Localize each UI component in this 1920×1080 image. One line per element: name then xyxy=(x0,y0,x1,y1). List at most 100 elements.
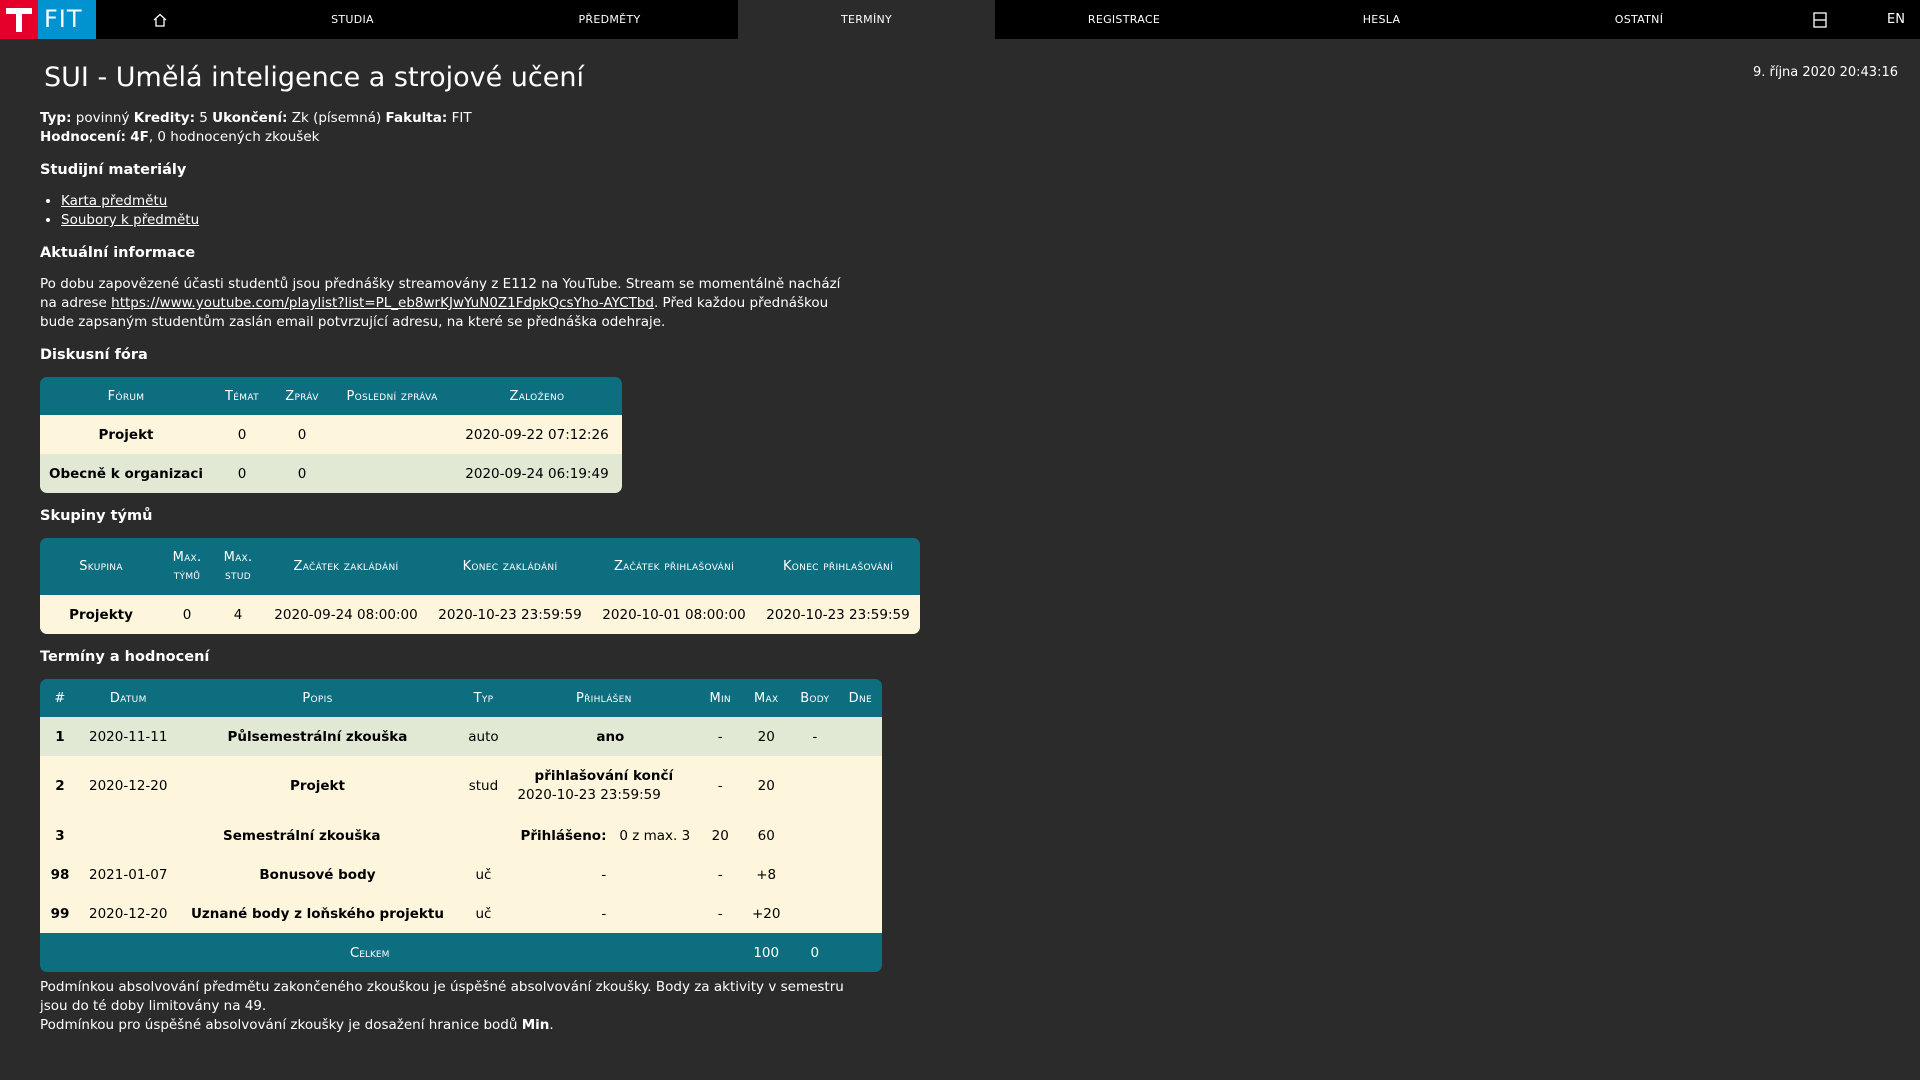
table-row[interactable]: Obecně k organizaci 0 0 2020-09-24 06:19… xyxy=(40,454,622,493)
forums-col-last[interactable]: Poslední zpráva xyxy=(331,377,452,415)
evaluation-info-line: Hodnocení: 4F, 0 hodnocených zkoušek xyxy=(40,128,940,147)
teams-col-end-signup[interactable]: Konec přihlašování xyxy=(756,538,920,595)
team-max-teams: 0 xyxy=(162,595,212,634)
terms-col-min[interactable]: Min xyxy=(699,679,742,717)
nav-predmety[interactable]: Předměty xyxy=(481,0,738,39)
nav-studia[interactable]: Studia xyxy=(224,0,481,39)
terms-col-desc[interactable]: Popis xyxy=(176,679,459,717)
fakulta-value: FIT xyxy=(451,110,472,126)
table-row[interactable]: 98 2021-01-07 Bonusové body uč - - +8 xyxy=(40,855,883,894)
footnote-line2-end: . xyxy=(549,1017,554,1033)
nav-registrace[interactable]: Registrace xyxy=(995,0,1253,39)
term-points xyxy=(791,756,839,816)
forums-col-temat[interactable]: Témat xyxy=(211,377,272,415)
table-row[interactable]: Projekty 0 4 2020-09-24 08:00:00 2020-10… xyxy=(40,595,920,634)
nav-hesla[interactable]: Hesla xyxy=(1253,0,1510,39)
forum-last xyxy=(331,454,452,493)
teams-table: Skupina Max. týmů Max. stud Začátek zakl… xyxy=(40,538,920,634)
term-description[interactable]: Uznané body z loňského projektu xyxy=(176,894,459,933)
term-description[interactable]: Semestrální zkouška xyxy=(80,816,509,855)
forums-col-forum[interactable]: Fórum xyxy=(40,377,212,415)
teams-col-max-teams[interactable]: Max. týmů xyxy=(162,538,212,595)
term-signup-ends-label: přihlašování končí xyxy=(534,768,674,784)
team-group-name[interactable]: Projekty xyxy=(40,595,162,634)
footnote-line1: Podmínkou absolvování předmětu zakončené… xyxy=(40,979,844,1014)
terms-col-points[interactable]: Body xyxy=(791,679,839,717)
page-title: SUI - Umělá inteligence a strojové učení xyxy=(44,62,584,93)
term-number: 99 xyxy=(40,894,80,933)
forum-messages: 0 xyxy=(271,454,332,493)
table-row[interactable]: 3 Semestrální zkouška Přihlášeno: 0 z ma… xyxy=(40,816,883,855)
terms-col-type[interactable]: Typ xyxy=(458,679,509,717)
term-max: +8 xyxy=(741,855,792,894)
teams-col-end-create[interactable]: Konec zakládání xyxy=(428,538,592,595)
term-min: - xyxy=(699,717,742,756)
terms-total-label: Celkem xyxy=(40,933,700,972)
term-points xyxy=(791,816,839,855)
teams-col-start-create[interactable]: Začátek zakládání xyxy=(264,538,428,595)
forums-col-zprav[interactable]: Zpráv xyxy=(271,377,332,415)
table-row[interactable]: 2 2020-12-20 Projekt stud přihlašování k… xyxy=(40,756,883,816)
teams-col-group[interactable]: Skupina xyxy=(40,538,162,595)
materials-item: Karta předmětu xyxy=(61,192,940,211)
term-date: 2020-11-11 xyxy=(80,717,177,756)
term-number: 1 xyxy=(40,717,80,756)
forum-last xyxy=(331,415,452,454)
table-row[interactable]: 1 2020-11-11 Půlsemestrální zkouška auto… xyxy=(40,717,883,756)
layout-toggle-button[interactable] xyxy=(1768,0,1872,39)
term-description[interactable]: Bonusové body xyxy=(176,855,459,894)
term-description[interactable]: Projekt xyxy=(176,756,459,816)
team-max-stud: 4 xyxy=(212,595,264,634)
term-max: +20 xyxy=(741,894,792,933)
team-start-signup: 2020-10-01 08:00:00 xyxy=(592,595,756,634)
course-files-link[interactable]: Soubory k předmětu xyxy=(61,212,199,228)
forum-topics: 0 xyxy=(211,415,272,454)
term-date: 2020-12-20 xyxy=(80,894,177,933)
term-type: stud xyxy=(458,756,509,816)
footnote: Podmínkou absolvování předmětu zakončené… xyxy=(40,978,860,1035)
term-max: 60 xyxy=(741,816,792,855)
term-day xyxy=(838,717,883,756)
term-date: 2021-01-07 xyxy=(80,855,177,894)
teams-col-start-signup[interactable]: Začátek přihlašování xyxy=(592,538,756,595)
nav-ostatni[interactable]: Ostatní xyxy=(1510,0,1768,39)
table-row[interactable]: Projekt 0 0 2020-09-22 07:12:26 xyxy=(40,415,622,454)
forums-col-created[interactable]: Založeno xyxy=(451,377,622,415)
forum-messages: 0 xyxy=(271,415,332,454)
home-button[interactable] xyxy=(96,0,224,39)
term-type: auto xyxy=(458,717,509,756)
term-registered-cell: Přihlášeno: 0 z max. 3 xyxy=(508,816,700,855)
terms-total-max: 100 xyxy=(741,933,792,972)
term-type: uč xyxy=(458,855,509,894)
news-paragraph: Po dobu zapovězené účasti studentů jsou … xyxy=(40,275,860,332)
terms-col-max[interactable]: Max xyxy=(741,679,792,717)
term-number: 2 xyxy=(40,756,80,816)
terms-col-day[interactable]: Dne xyxy=(838,679,883,717)
term-min: - xyxy=(699,894,742,933)
term-points: - xyxy=(791,717,839,756)
team-end-signup: 2020-10-23 23:59:59 xyxy=(756,595,920,634)
forums-table: Fórum Témat Zpráv Poslední zpráva Založe… xyxy=(40,377,622,493)
terms-col-date[interactable]: Datum xyxy=(80,679,177,717)
teams-col-max-stud[interactable]: Max. stud xyxy=(212,538,264,595)
terms-total-points: 0 xyxy=(791,933,839,972)
youtube-playlist-link[interactable]: https://www.youtube.com/playlist?list=PL… xyxy=(111,295,654,311)
term-signed-status: ano xyxy=(508,717,700,756)
term-min: - xyxy=(699,756,742,816)
forum-name[interactable]: Projekt xyxy=(40,415,212,454)
term-description[interactable]: Půlsemestrální zkouška xyxy=(176,717,459,756)
teams-heading: Skupiny týmů xyxy=(40,508,153,524)
terms-col-signed[interactable]: Přihlášen xyxy=(508,679,700,717)
table-row[interactable]: 99 2020-12-20 Uznané body z loňského pro… xyxy=(40,894,883,933)
terms-col-num[interactable]: # xyxy=(40,679,80,717)
fit-logo-text: FIT xyxy=(38,0,96,39)
nav-terminy[interactable]: Termíny xyxy=(738,0,995,39)
terms-heading: Termíny a hodnocení xyxy=(40,649,210,665)
forum-name[interactable]: Obecně k organizaci xyxy=(40,454,212,493)
home-icon xyxy=(153,13,167,27)
course-card-link[interactable]: Karta předmětu xyxy=(61,193,167,209)
language-switch[interactable]: EN xyxy=(1872,0,1920,39)
terms-total-row: Celkem 100 0 xyxy=(40,933,883,972)
vut-fit-logo[interactable]: FIT xyxy=(0,0,96,39)
term-day xyxy=(838,894,883,933)
